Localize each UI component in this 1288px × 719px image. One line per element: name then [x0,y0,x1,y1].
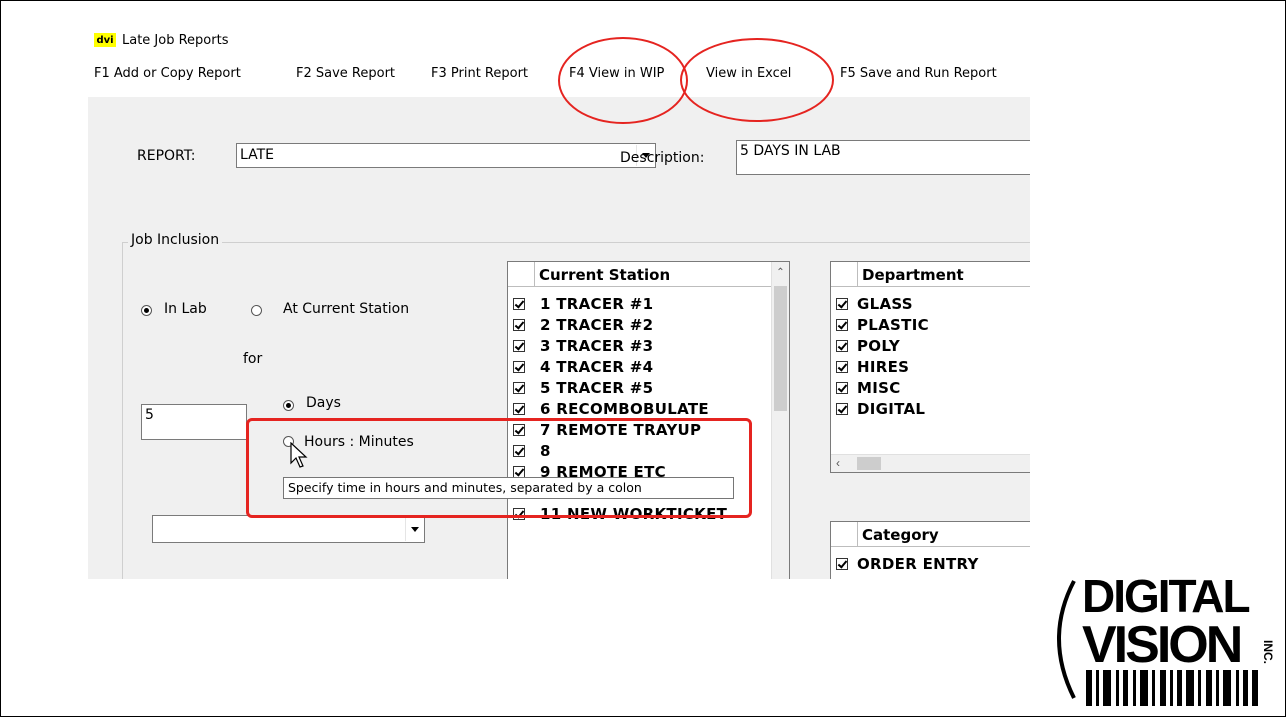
list-item[interactable]: PLASTIC [831,315,1030,336]
list-item[interactable]: DIGITAL [831,399,1030,420]
list-item[interactable]: 3 TRACER #3 [508,336,789,357]
row-label: 1 TRACER #1 [540,295,654,313]
category-header-text: Category [862,526,939,544]
description-label: Description: [620,150,705,166]
row-label: MISC [857,379,901,397]
row-label: ORDER ENTRY [857,555,979,573]
amount-field[interactable]: 5 [141,404,247,440]
horizontal-scrollbar[interactable]: ‹ [831,454,1030,472]
vertical-scrollbar[interactable]: ⌃ [771,262,789,579]
list-item[interactable]: POLY [831,336,1030,357]
chevron-up-icon[interactable]: ⌃ [772,262,789,282]
logo-inc-text: INC. [1261,640,1274,664]
row-label: 3 TRACER #3 [540,337,654,355]
barcode-icon [1086,670,1258,706]
menu-save-report[interactable]: F2 Save Report [296,66,395,81]
list-item[interactable]: ORDER ENTRY [831,554,1030,575]
report-select[interactable]: LATE [236,143,656,168]
header-check-cell [508,262,535,286]
in-lab-radio[interactable] [141,305,152,316]
row-label: 6 RECOMBOBULATE [540,400,709,418]
description-field[interactable]: 5 DAYS IN LAB [736,140,1030,175]
at-current-station-radio[interactable] [251,305,262,316]
checkbox[interactable] [836,558,848,570]
checkbox[interactable] [513,361,525,373]
checkbox[interactable] [836,382,848,394]
description-value: 5 DAYS IN LAB [740,143,841,159]
row-label: DIGITAL [857,400,926,418]
mouse-cursor-icon [290,442,308,468]
chevron-down-icon[interactable] [405,517,423,541]
list-item[interactable]: 2 TRACER #2 [508,315,789,336]
checkbox[interactable] [513,340,525,352]
category-grid[interactable]: Category ORDER ENTRY [830,521,1030,579]
list-item[interactable]: 4 TRACER #4 [508,357,789,378]
current-station-header: Current Station [508,262,789,287]
checkbox[interactable] [836,298,848,310]
at-current-station-label: At Current Station [283,301,410,317]
category-header: Category [831,522,1030,547]
logo-vision-text: VISION [1082,616,1241,674]
app-icon: dvi [94,33,116,47]
checkbox[interactable] [836,319,848,331]
department-header: Department [831,262,1030,287]
menu-print-report[interactable]: F3 Print Report [431,66,528,81]
job-inclusion-title: Job Inclusion [128,232,223,248]
window-title: Late Job Reports [122,32,229,48]
row-label: POLY [857,337,901,355]
for-label: for [243,351,263,367]
scroll-thumb[interactable] [857,457,881,470]
department-grid[interactable]: Department GLASS PLASTIC POLY HIRES MISC… [830,261,1030,473]
menu-save-and-run-report[interactable]: F5 Save and Run Report [840,66,997,81]
list-item[interactable]: MISC [831,378,1030,399]
annotation-box-hours [246,418,752,518]
list-item[interactable]: HIRES [831,357,1030,378]
title-bar: dvi Late Job Reports [94,30,228,50]
checkbox[interactable] [513,403,525,415]
report-label: REPORT: [137,148,196,164]
chevron-left-icon[interactable]: ‹ [836,456,840,470]
checkbox[interactable] [513,382,525,394]
row-label: GLASS [857,295,913,313]
unit-dropdown[interactable] [152,515,425,543]
list-item[interactable]: 5 TRACER #5 [508,378,789,399]
row-label: 2 TRACER #2 [540,316,654,334]
department-header-text: Department [862,266,964,284]
scroll-thumb[interactable] [774,286,787,411]
menu-add-or-copy-report[interactable]: F1 Add or Copy Report [94,66,241,81]
amount-value: 5 [145,407,154,423]
row-label: 4 TRACER #4 [540,358,654,376]
report-select-value: LATE [240,147,275,163]
checkbox[interactable] [836,361,848,373]
digital-vision-logo: DIGITAL VISION INC. [1057,570,1274,706]
row-label: PLASTIC [857,316,929,334]
annotation-circle-wip [558,37,688,124]
row-label: 5 TRACER #5 [540,379,654,397]
checkbox[interactable] [836,340,848,352]
header-check-cell [831,522,858,546]
days-radio[interactable] [283,400,294,411]
header-check-cell [831,262,858,286]
in-lab-label: In Lab [164,301,207,317]
list-item[interactable]: 6 RECOMBOBULATE [508,399,789,420]
checkbox[interactable] [513,319,525,331]
logo-digital-text: DIGITAL [1082,570,1249,622]
row-label: HIRES [857,358,910,376]
checkbox[interactable] [836,403,848,415]
annotation-circle-excel [680,38,834,122]
checkbox[interactable] [513,298,525,310]
list-item[interactable]: 1 TRACER #1 [508,294,789,315]
current-station-header-text: Current Station [539,266,671,284]
list-item[interactable]: GLASS [831,294,1030,315]
days-label: Days [306,395,341,411]
